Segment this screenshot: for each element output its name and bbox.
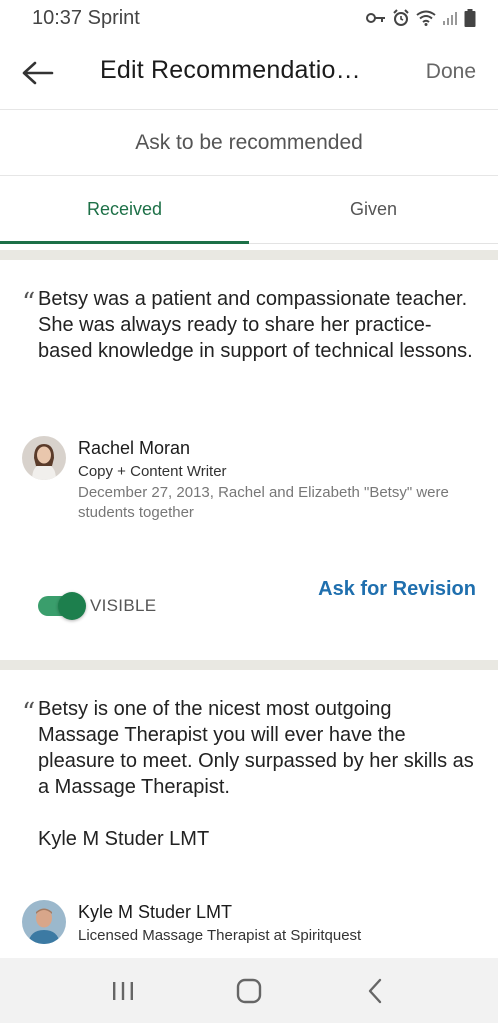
battery-icon [464,9,476,27]
recommendation-card: “ Betsy was a patient and compassionate … [0,260,498,660]
section-divider [0,250,498,260]
app-bar: Edit Recommendatio… Done [0,36,498,110]
key-icon [366,13,385,23]
back-icon [368,978,382,1003]
tab-received[interactable]: Received [0,176,249,244]
quote-mark: “ [22,698,36,728]
recommendation-text: Betsy is one of the nicest most outgoing… [38,698,474,850]
recommender-name: Rachel Moran [78,438,191,458]
tab-given[interactable]: Given [249,176,498,243]
toggle-switch[interactable] [38,592,86,620]
avatar [22,900,66,944]
wifi-icon [416,10,436,26]
recommender-role: Copy + Content Writer [78,463,227,480]
recent-apps-button[interactable] [93,971,153,1011]
recommender-name: Kyle M Studer LMT [78,902,233,922]
home-icon [236,978,262,1003]
section-divider [0,660,498,670]
back-button[interactable] [20,58,56,88]
toggle-knob [58,592,86,620]
home-button[interactable] [219,971,279,1011]
signal-icon [443,12,457,25]
status-bar: 10:37 Sprint [0,0,498,36]
back-nav-button[interactable] [345,971,405,1011]
ask-to-be-recommended-button[interactable]: Ask to be recommended [0,110,498,176]
avatar [22,436,66,480]
recommender-info[interactable]: Kyle M Studer LMT Licensed Massage Thera… [22,900,361,947]
arrow-left-icon [22,61,54,85]
visibility-toggle[interactable]: VISIBLE [38,592,157,620]
recent-apps-icon [113,981,133,1000]
alarm-icon [393,9,409,26]
done-button[interactable]: Done [426,60,476,84]
ask-to-be-recommended-label: Ask to be recommended [135,130,363,154]
ask-for-revision-link[interactable]: Ask for Revision [318,578,476,601]
tab-bar: Received Given [0,176,498,244]
visibility-label: VISIBLE [90,596,157,615]
system-nav-bar [0,958,498,1023]
status-time: 10:37 Sprint [32,6,140,29]
status-icons [366,9,476,27]
recommendation-date: December 27, 2013, Rachel and Elizabeth … [78,484,449,521]
recommender-info[interactable]: Rachel Moran Copy + Content Writer Decem… [22,436,458,523]
recommendation-text: Betsy was a patient and compassionate te… [38,288,473,362]
recommendation-card: “ Betsy is one of the nicest most outgoi… [0,670,498,958]
quote-mark: “ [22,288,36,318]
page-title: Edit Recommendatio… [100,56,361,84]
recommender-role: Licensed Massage Therapist at Spiritques… [78,927,362,944]
